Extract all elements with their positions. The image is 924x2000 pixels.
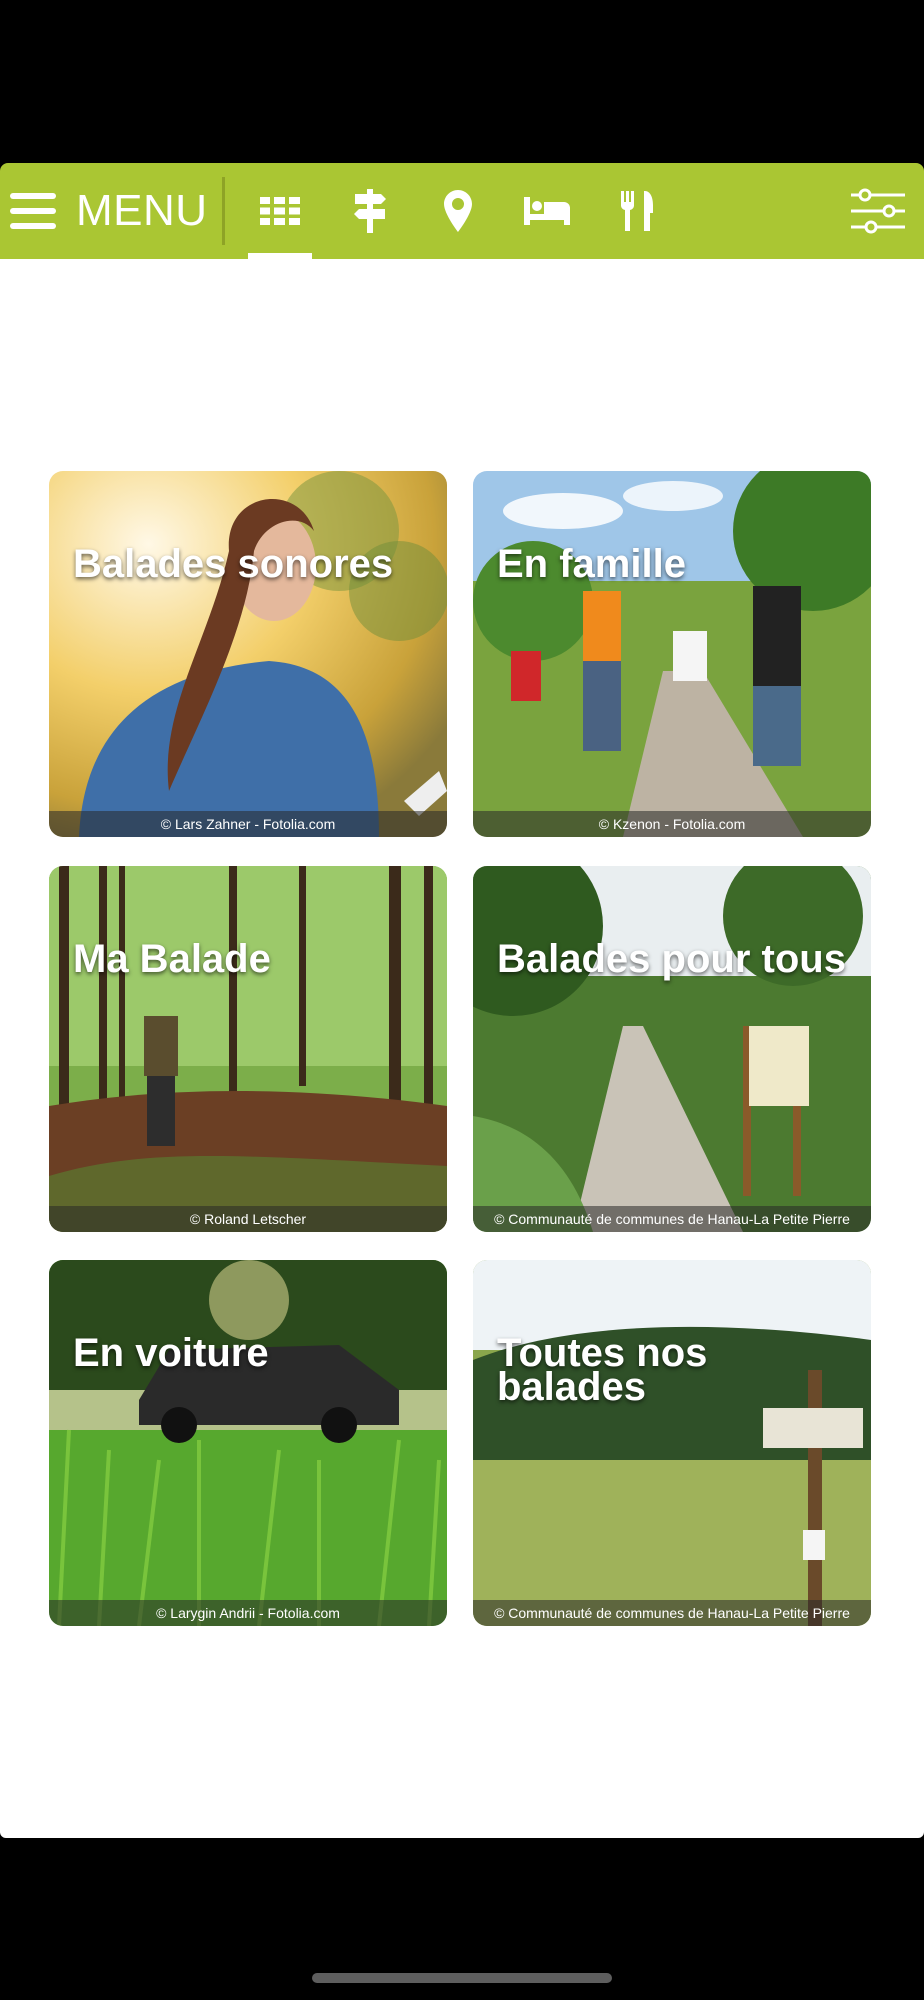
tile-photo [473,866,871,1232]
tile-balades-sonores[interactable]: Balades sonores © Lars Zahner - Fotolia.… [49,471,447,837]
tile-photo [49,866,447,1232]
filter-sliders-icon [851,188,905,234]
tile-title: Balades pour tous [497,937,846,981]
tab-location[interactable] [425,163,491,259]
tile-title: Toutes nos balades [497,1331,708,1409]
tile-toutes-nos-balades[interactable]: Toutes nos balades © Communauté de commu… [473,1260,871,1626]
menu-button[interactable]: MENU [10,163,208,259]
photo-credit: © Larygin Andrii - Fotolia.com [49,1600,447,1626]
top-navbar: MENU [0,163,924,259]
tile-ma-balade[interactable]: Ma Balade © Roland Letscher [49,866,447,1232]
filter-button[interactable] [848,163,908,259]
tile-photo [49,1260,447,1626]
tile-title: En famille [497,542,686,586]
hamburger-icon [10,193,56,229]
tile-photo [473,471,871,837]
grid-icon [260,197,300,225]
signpost-icon [354,189,386,233]
tile-balades-pour-tous[interactable]: Balades pour tous © Communauté de commun… [473,866,871,1232]
navbar-divider [222,177,225,245]
photo-credit: © Communauté de communes de Hanau-La Pet… [473,1206,871,1232]
tab-lodging[interactable] [514,163,580,259]
bed-icon [524,197,570,225]
tile-title: Ma Balade [73,937,271,981]
tile-photo [473,1260,871,1626]
tab-grid[interactable] [247,163,313,259]
photo-credit: © Communauté de communes de Hanau-La Pet… [473,1600,871,1626]
map-pin-icon [444,190,472,232]
tab-restaurant[interactable] [604,163,670,259]
photo-credit: © Roland Letscher [49,1206,447,1232]
photo-credit: © Kzenon - Fotolia.com [473,811,871,837]
tile-photo [49,471,447,837]
menu-label: MENU [76,186,208,235]
tile-en-famille[interactable]: En famille © Kzenon - Fotolia.com [473,471,871,837]
tile-title: En voiture [73,1331,269,1375]
tile-title: Balades sonores [73,542,394,586]
content-area: Balades sonores © Lars Zahner - Fotolia.… [0,259,924,1838]
fork-knife-icon [621,191,653,231]
tab-signpost[interactable] [337,163,403,259]
tile-en-voiture[interactable]: En voiture © Larygin Andrii - Fotolia.co… [49,1260,447,1626]
home-indicator[interactable] [312,1973,612,1983]
photo-credit: © Lars Zahner - Fotolia.com [49,811,447,837]
